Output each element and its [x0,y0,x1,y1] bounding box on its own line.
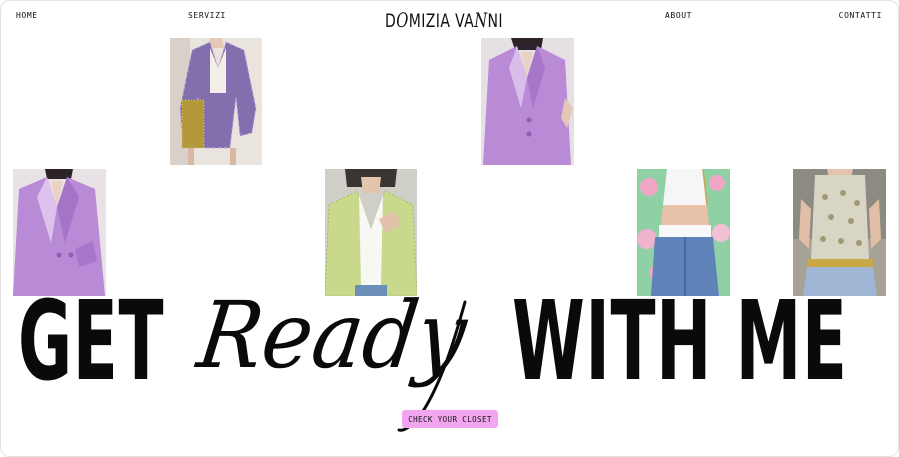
headline-get: GET [18,277,165,405]
green-tweed-jacket-photo[interactable] [325,169,417,296]
brand-logo[interactable]: D O MIZIA VA N NI [385,8,503,32]
logo-script-letter-2: N [474,8,488,32]
headline-with-me: WITH ME [512,277,848,405]
nav-servizi-link[interactable]: SERVIZI [188,11,226,20]
nav-contatti-link[interactable]: CONTATTI [839,11,882,20]
logo-text-part1: D [385,10,397,32]
headline-ready-script: Ready [192,282,473,389]
logo-script-letter-1: O [396,8,409,32]
logo-text-part2: MIZIA VA [408,10,475,32]
plaid-blazer-sequin-skirt-photo[interactable] [170,38,262,165]
check-your-closet-button[interactable]: CHECK YOUR CLOSET [402,410,498,428]
lilac-satin-blazer-photo-1[interactable] [481,38,574,165]
nav-about-link[interactable]: ABOUT [665,11,692,20]
logo-text-part3: NI [487,10,503,32]
nav-home-link[interactable]: HOME [16,11,38,20]
